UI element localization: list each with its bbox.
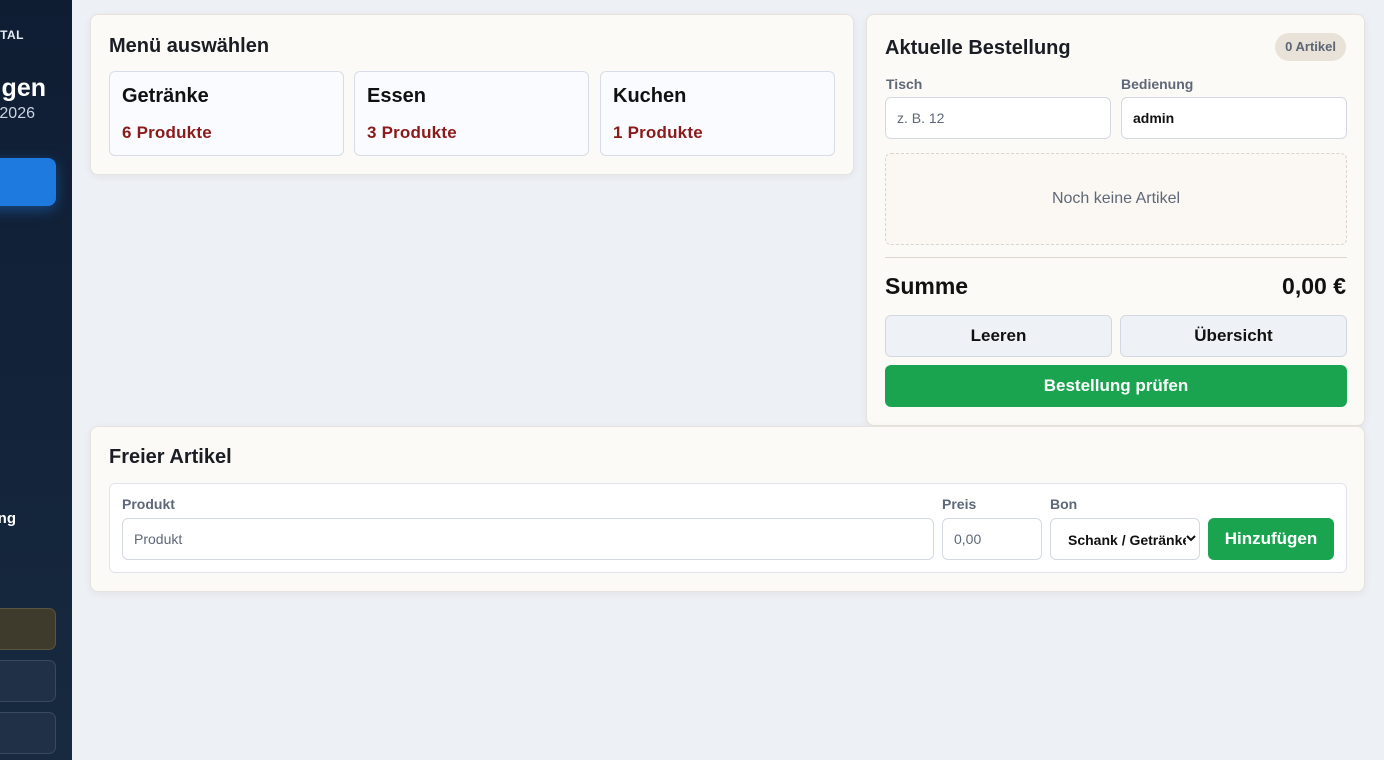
free-item-card: Freier Artikel Produkt Preis Bon Schank … [90, 426, 1365, 592]
overview-button[interactable]: Übersicht [1120, 315, 1347, 357]
sidebar: TAL gen 2026 ng [0, 0, 72, 760]
sum-label: Summe [885, 273, 969, 299]
category-name: Kuchen [613, 85, 687, 107]
product-input[interactable] [122, 518, 934, 560]
menu-category-drinks[interactable]: Getränke 6 Produkte [109, 71, 344, 156]
table-input[interactable] [885, 97, 1111, 139]
menu-card: Menü auswählen Getränke 6 Produkte Essen… [90, 14, 854, 175]
sidebar-action-button-2[interactable] [0, 660, 56, 702]
sidebar-action-button-3[interactable] [0, 712, 56, 754]
bon-label: Bon [1050, 496, 1078, 512]
category-name: Getränke [122, 85, 209, 107]
sidebar-nav-label[interactable]: ng [0, 510, 16, 527]
free-item-title: Freier Artikel [109, 446, 232, 468]
divider [885, 257, 1347, 258]
product-label: Produkt [122, 496, 175, 512]
order-title: Aktuelle Bestellung [885, 37, 1071, 59]
price-input[interactable] [942, 518, 1042, 560]
check-order-button[interactable]: Bestellung prüfen [885, 365, 1347, 407]
order-card: Aktuelle Bestellung 0 Artikel Tisch Bedi… [866, 14, 1365, 426]
category-name: Essen [367, 85, 426, 107]
free-item-form: Produkt Preis Bon Schank / Getränke Hinz… [109, 483, 1347, 573]
category-count: 3 Produkte [367, 123, 457, 142]
sidebar-title: gen [1, 74, 46, 102]
menu-category-cake[interactable]: Kuchen 1 Produkte [600, 71, 835, 156]
table-label: Tisch [886, 76, 923, 92]
order-items-list: Noch keine Artikel [885, 153, 1347, 245]
add-item-button[interactable]: Hinzufügen [1208, 518, 1334, 560]
sidebar-active-nav-button[interactable] [0, 158, 56, 206]
category-count: 1 Produkte [613, 123, 703, 142]
bon-select[interactable]: Schank / Getränke [1050, 518, 1200, 560]
item-count-badge: 0 Artikel [1275, 33, 1346, 61]
server-input[interactable] [1121, 97, 1347, 139]
sidebar-subtitle: 2026 [0, 105, 35, 122]
category-count: 6 Produkte [122, 123, 212, 142]
chevron-down-icon [1186, 535, 1196, 542]
sidebar-brand: TAL [0, 28, 24, 42]
price-label: Preis [942, 496, 977, 512]
sum-value: 0,00 € [1282, 273, 1346, 299]
menu-category-food[interactable]: Essen 3 Produkte [354, 71, 589, 156]
sidebar-action-button-1[interactable] [0, 608, 56, 650]
clear-button[interactable]: Leeren [885, 315, 1112, 357]
server-label: Bedienung [1121, 76, 1194, 92]
empty-state-text: Noch keine Artikel [1051, 190, 1181, 207]
bon-selected-value: Schank / Getränke [1068, 532, 1186, 548]
menu-title: Menü auswählen [109, 35, 270, 57]
